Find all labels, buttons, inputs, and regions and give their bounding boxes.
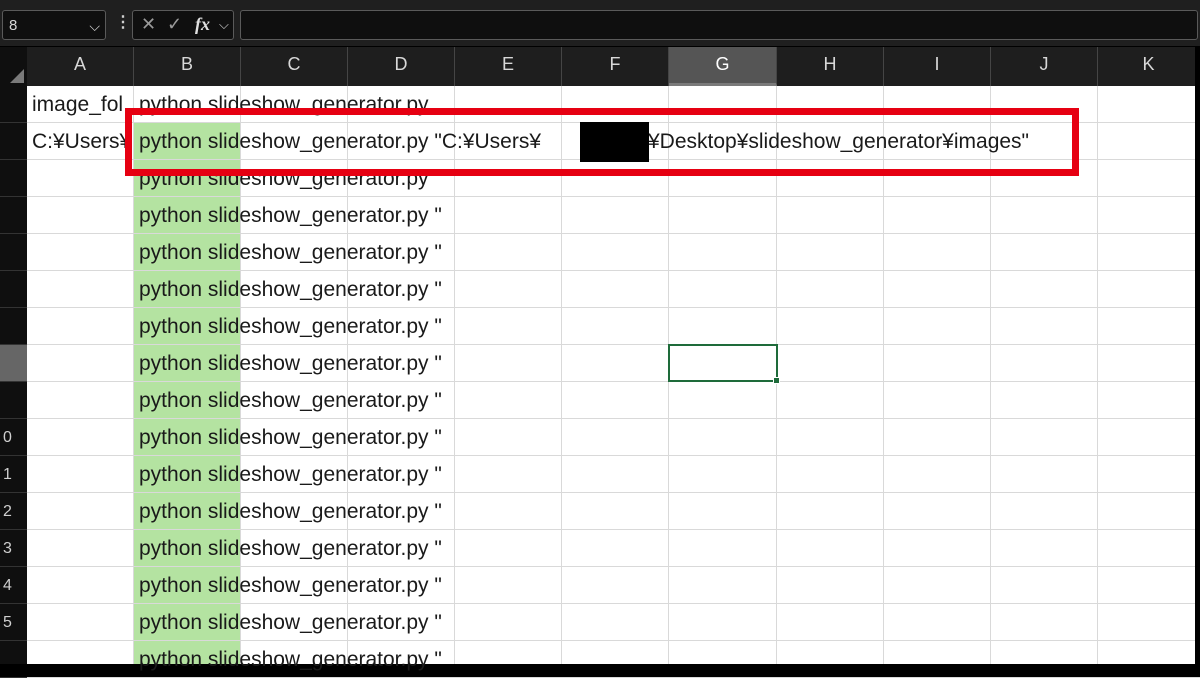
- select-all-icon: [10, 69, 24, 83]
- column-header-c[interactable]: C: [241, 47, 348, 86]
- row-header[interactable]: 0: [0, 419, 27, 456]
- cancel-icon[interactable]: ✕: [141, 14, 156, 35]
- window-edge: [1195, 47, 1200, 664]
- row-header[interactable]: [0, 345, 27, 382]
- column-header-h[interactable]: H: [777, 47, 884, 86]
- row-header[interactable]: [0, 641, 27, 678]
- insert-function-icon[interactable]: fx: [195, 14, 210, 35]
- chevron-down-icon[interactable]: ⌵: [89, 11, 100, 41]
- column-header-b[interactable]: B: [134, 47, 241, 86]
- cell-b6[interactable]: python slideshow_generator.py ": [139, 271, 559, 308]
- row-header[interactable]: [0, 308, 27, 345]
- cell-b12[interactable]: python slideshow_generator.py ": [139, 493, 559, 530]
- cell-a2[interactable]: C:¥Users¥: [32, 123, 133, 160]
- row-header[interactable]: [0, 197, 27, 234]
- cell-b10[interactable]: python slideshow_generator.py ": [139, 419, 559, 456]
- formula-bar-area: 8 ⌵ ⋮ ✕ ✓ fx ⌵: [0, 0, 1200, 46]
- row-header[interactable]: [0, 123, 27, 160]
- column-header-d[interactable]: D: [348, 47, 455, 86]
- annotation-highlight-box: [125, 108, 1079, 176]
- column-header-a[interactable]: A: [27, 47, 134, 86]
- cell-b15[interactable]: python slideshow_generator.py ": [139, 604, 559, 641]
- check-icon[interactable]: ✓: [167, 14, 182, 35]
- row-header[interactable]: 5: [0, 604, 27, 641]
- row-header[interactable]: [0, 160, 27, 197]
- formula-input[interactable]: [240, 10, 1198, 40]
- cell-b8[interactable]: python slideshow_generator.py ": [139, 345, 559, 382]
- row-header[interactable]: [0, 271, 27, 308]
- active-cell[interactable]: [668, 344, 780, 384]
- column-header-f[interactable]: F: [562, 47, 669, 86]
- cell-a1[interactable]: image_fol: [32, 86, 133, 123]
- column-header-e[interactable]: E: [455, 47, 562, 86]
- name-box-value: 8: [9, 17, 18, 34]
- cell-b7[interactable]: python slideshow_generator.py ": [139, 308, 559, 345]
- cell-b11[interactable]: python slideshow_generator.py ": [139, 456, 559, 493]
- gridline-vertical: [1097, 86, 1098, 664]
- column-header-i[interactable]: I: [884, 47, 991, 86]
- cell-b5[interactable]: python slideshow_generator.py ": [139, 234, 559, 271]
- cell-b4[interactable]: python slideshow_generator.py ": [139, 197, 559, 234]
- chevron-down-icon[interactable]: ⌵: [219, 17, 229, 33]
- cell-b13[interactable]: python slideshow_generator.py ": [139, 530, 559, 567]
- column-header-j[interactable]: J: [991, 47, 1098, 86]
- column-header-g[interactable]: G: [669, 47, 777, 86]
- row-header[interactable]: [0, 382, 27, 419]
- row-header[interactable]: [0, 86, 27, 123]
- more-options-icon[interactable]: ⋮: [115, 12, 131, 32]
- fill-handle[interactable]: [773, 377, 780, 384]
- name-box[interactable]: 8 ⌵: [2, 10, 106, 40]
- formula-controls: ✕ ✓ fx ⌵: [132, 10, 234, 40]
- column-header-k[interactable]: K: [1098, 47, 1200, 86]
- select-all-button[interactable]: [0, 47, 27, 86]
- row-header[interactable]: 2: [0, 493, 27, 530]
- row-header[interactable]: [0, 234, 27, 271]
- cell-b9[interactable]: python slideshow_generator.py ": [139, 382, 559, 419]
- row-header[interactable]: 3: [0, 530, 27, 567]
- row-header[interactable]: 4: [0, 567, 27, 604]
- worksheet-grid[interactable]: ABCDEFGHIJK 012345 image_fol python slid…: [0, 47, 1200, 678]
- row-header[interactable]: 1: [0, 456, 27, 493]
- cell-b14[interactable]: python slideshow_generator.py ": [139, 567, 559, 604]
- cell-b16[interactable]: python slideshow_generator.py ": [139, 641, 559, 678]
